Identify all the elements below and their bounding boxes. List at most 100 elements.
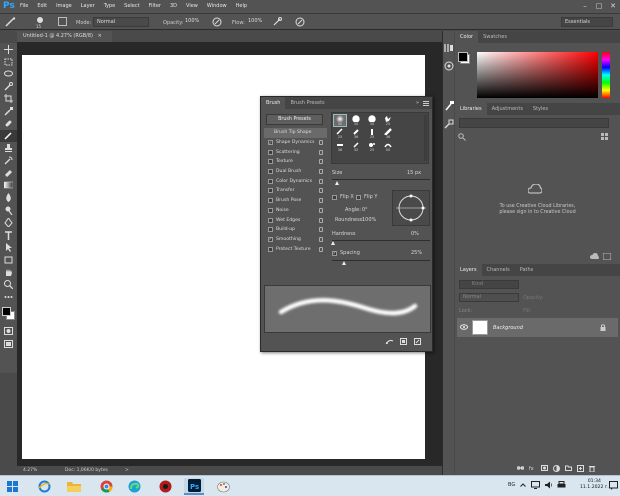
lock-icon[interactable] bbox=[319, 227, 323, 233]
collapse-panel-icon[interactable]: » bbox=[416, 100, 419, 106]
properties-panel-icon[interactable] bbox=[444, 61, 454, 71]
brush-presets-button[interactable]: Brush Presets bbox=[266, 114, 323, 125]
quick-selection-tool-icon[interactable] bbox=[0, 80, 17, 92]
eyedropper-tool-icon[interactable] bbox=[0, 105, 17, 117]
hue-slider[interactable] bbox=[602, 52, 610, 98]
healing-brush-tool-icon[interactable] bbox=[0, 117, 17, 129]
option-texture[interactable]: Texture bbox=[264, 157, 327, 167]
checkbox[interactable] bbox=[268, 178, 273, 184]
grid-view-icon[interactable] bbox=[601, 133, 608, 140]
brush-preset-picker[interactable]: 15 bbox=[34, 15, 48, 29]
lock-icon[interactable] bbox=[319, 198, 323, 204]
menu-layer[interactable]: Layer bbox=[81, 3, 95, 9]
move-tool-icon[interactable] bbox=[0, 43, 17, 55]
option-brush-pose[interactable]: Brush Pose bbox=[264, 196, 327, 206]
menu-file[interactable]: File bbox=[20, 3, 28, 9]
checkbox[interactable] bbox=[268, 246, 273, 252]
crop-tool-icon[interactable] bbox=[0, 93, 17, 105]
menu-view[interactable]: View bbox=[186, 3, 198, 9]
brush-tip-thumb[interactable]: 25 bbox=[382, 115, 394, 126]
mode-select[interactable]: Normal bbox=[93, 17, 149, 27]
checkbox[interactable] bbox=[356, 194, 361, 200]
pen-tool-icon[interactable] bbox=[0, 216, 17, 228]
brush-panel-icon[interactable] bbox=[444, 101, 454, 111]
new-layer-icon[interactable] bbox=[577, 465, 584, 472]
dodge-tool-icon[interactable] bbox=[0, 204, 17, 216]
lock-icon[interactable] bbox=[319, 169, 323, 175]
checkbox[interactable] bbox=[268, 149, 273, 155]
pressure-size-icon[interactable] bbox=[295, 17, 305, 27]
hardness-slider-track[interactable] bbox=[332, 240, 430, 241]
minimize-button[interactable]: – bbox=[578, 0, 592, 13]
tab-layers[interactable]: Layers bbox=[455, 264, 482, 276]
checkbox[interactable] bbox=[268, 159, 273, 165]
size-value[interactable]: 15 px bbox=[407, 170, 421, 176]
clock[interactable]: 01:34 11.1.2022 г. bbox=[580, 479, 609, 491]
menu-help[interactable]: Help bbox=[236, 3, 247, 9]
status-menu-arrow[interactable]: > bbox=[125, 466, 129, 475]
language-indicator[interactable]: BG bbox=[508, 482, 515, 488]
library-select[interactable] bbox=[459, 118, 609, 128]
checkbox-checked[interactable]: ✓ bbox=[268, 236, 273, 242]
checkbox[interactable] bbox=[268, 198, 273, 204]
lock-icon[interactable] bbox=[319, 178, 323, 184]
internet-explorer-icon[interactable] bbox=[34, 478, 54, 495]
option-build-up[interactable]: Build-up bbox=[264, 225, 327, 235]
paint-icon[interactable] bbox=[213, 478, 233, 495]
zoom-level[interactable]: 4.27% bbox=[23, 466, 37, 475]
zoom-tool-icon[interactable] bbox=[0, 278, 17, 290]
tab-adjustments[interactable]: Adjustments bbox=[487, 103, 528, 115]
menu-edit[interactable]: Edit bbox=[37, 3, 47, 9]
foreground-background-colors[interactable] bbox=[0, 303, 17, 325]
brush-tool-icon[interactable] bbox=[4, 17, 18, 27]
brush-tip-thumb[interactable]: 36 bbox=[334, 141, 346, 152]
brush-tip-thumb[interactable]: 30 bbox=[333, 114, 347, 127]
lock-icon[interactable] bbox=[319, 207, 323, 213]
screen-mode-icon[interactable] bbox=[0, 338, 17, 350]
menu-3d[interactable]: 3D bbox=[170, 3, 177, 9]
create-new-brush-icon[interactable] bbox=[414, 338, 421, 345]
delete-layer-icon[interactable] bbox=[589, 465, 595, 472]
tab-swatches[interactable]: Swatches bbox=[478, 31, 512, 43]
flip-x-checkbox[interactable]: Flip X bbox=[332, 194, 354, 200]
brush-tip-thumb[interactable]: 30 bbox=[366, 115, 378, 126]
option-smoothing[interactable]: ✓ Smoothing bbox=[264, 235, 327, 245]
option-color-dynamics[interactable]: Color Dynamics bbox=[264, 176, 327, 186]
brush-projection-icon[interactable] bbox=[400, 338, 407, 345]
spacing-value[interactable]: 25% bbox=[411, 250, 422, 256]
spacing-checkbox[interactable]: ✓ Spacing bbox=[332, 250, 360, 256]
adjustment-layer-icon[interactable] bbox=[553, 465, 560, 472]
history-brush-tool-icon[interactable] bbox=[0, 155, 17, 167]
option-noise[interactable]: Noise bbox=[264, 206, 327, 216]
workspace-select[interactable]: Essentials bbox=[561, 17, 613, 27]
fx-icon[interactable]: fx bbox=[529, 465, 536, 472]
menu-image[interactable]: Image bbox=[56, 3, 72, 9]
eye-icon[interactable] bbox=[460, 324, 468, 330]
lasso-tool-icon[interactable] bbox=[0, 68, 17, 80]
gradient-tool-icon[interactable] bbox=[0, 179, 17, 191]
checkbox[interactable] bbox=[268, 217, 273, 223]
add-mask-icon[interactable] bbox=[541, 465, 548, 472]
document-tab[interactable]: Untitled-1 @ 4.27% (RGB/8) × bbox=[17, 31, 112, 42]
link-layers-icon[interactable] bbox=[517, 465, 524, 472]
lock-icon[interactable] bbox=[319, 217, 323, 223]
size-slider-track[interactable] bbox=[332, 179, 430, 180]
lock-icon[interactable] bbox=[319, 140, 323, 146]
option-transfer[interactable]: Transfer bbox=[264, 186, 327, 196]
option-shape-dynamics[interactable]: ✓ Shape Dynamics bbox=[264, 138, 327, 148]
angle-value[interactable]: 0° bbox=[362, 207, 368, 213]
menu-window[interactable]: Window bbox=[207, 3, 227, 9]
tab-styles[interactable]: Styles bbox=[528, 103, 553, 115]
brush-tip-thumb[interactable]: 25 bbox=[334, 128, 346, 139]
layer-row-background[interactable]: Background bbox=[457, 318, 618, 337]
hardness-value[interactable]: 0% bbox=[411, 231, 419, 237]
panel-menu-icon[interactable] bbox=[423, 100, 429, 106]
option-wet-edges[interactable]: Wet Edges bbox=[264, 215, 327, 225]
brush-tip-grid[interactable]: 30 30 30 25 25 36 25 36 36 32 25 50 bbox=[331, 112, 429, 164]
brush-panel-toggle-icon[interactable] bbox=[58, 17, 67, 26]
lock-icon[interactable] bbox=[319, 159, 323, 165]
clone-stamp-tool-icon[interactable] bbox=[0, 142, 17, 154]
opacity-input[interactable]: 100% bbox=[182, 17, 202, 27]
hardness-slider-thumb[interactable] bbox=[331, 241, 335, 245]
checkbox[interactable] bbox=[268, 227, 273, 233]
